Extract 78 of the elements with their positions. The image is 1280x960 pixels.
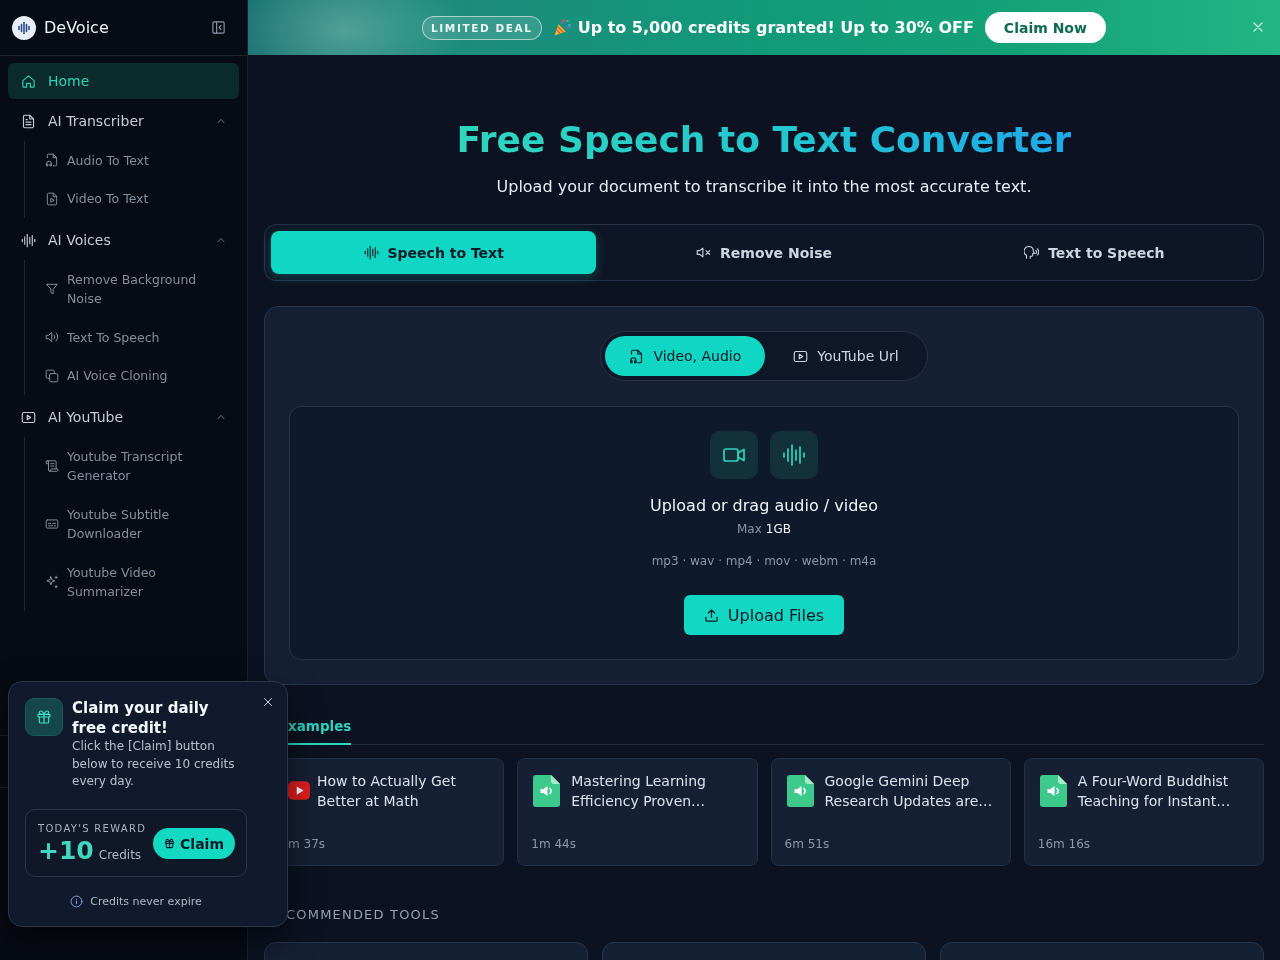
reward-unit: Credits bbox=[98, 847, 142, 862]
example-duration: 16m 16s bbox=[1037, 836, 1092, 852]
max-size-label: Max bbox=[737, 521, 762, 537]
gift-icon bbox=[25, 698, 63, 736]
nav-subitem[interactable]: Text To Speech bbox=[33, 318, 239, 357]
nav-subitem[interactable]: Youtube Transcript Generator bbox=[33, 437, 239, 495]
popup-title: Claim your daily free credit! bbox=[72, 698, 210, 738]
reward-label: TODAY'S REWARD bbox=[38, 821, 147, 836]
nav-subitem[interactable]: Video To Text bbox=[33, 179, 239, 218]
example-title: A Four-Word Buddhist Teaching for Instant… bbox=[1077, 772, 1232, 811]
play-window-icon bbox=[21, 409, 36, 425]
mode-tab[interactable]: Text to Speech bbox=[931, 231, 1257, 274]
nav-item[interactable]: AI YouTube bbox=[8, 399, 239, 435]
claim-now-button[interactable]: Claim Now bbox=[984, 12, 1106, 43]
sparkle-icon bbox=[45, 575, 59, 589]
popup-description: Click the [Claim] button below to receive 10 credits every day. bbox=[72, 738, 236, 790]
info-icon bbox=[70, 895, 84, 908]
speaker-icon bbox=[45, 330, 59, 345]
video-play-icon bbox=[288, 781, 310, 800]
audio-file-icon bbox=[45, 153, 59, 168]
example-duration: 1m 44s bbox=[531, 836, 577, 852]
copy-icon bbox=[45, 368, 59, 383]
video-file-icon bbox=[45, 191, 59, 206]
subtitles-icon bbox=[45, 517, 59, 531]
house-icon bbox=[21, 73, 36, 89]
muted-speaker-icon bbox=[696, 245, 711, 260]
nav-item[interactable]: Home bbox=[8, 63, 239, 99]
promo-message: Up to 5,000 credits granted! Up to 30% OFF bbox=[577, 18, 974, 37]
funnel-icon bbox=[45, 282, 59, 296]
audio-file-icon bbox=[629, 348, 645, 364]
audio-file-icon bbox=[533, 775, 561, 807]
example-card[interactable]: Mastering Learning Efficiency Proven… 1m 44s bbox=[517, 758, 758, 866]
mode-tab[interactable]: Remove Noise bbox=[601, 231, 927, 274]
waveform-icon bbox=[21, 232, 36, 248]
example-title: Mastering Learning Efficiency Proven… bbox=[571, 772, 707, 811]
reward-amount: +10 bbox=[38, 835, 94, 866]
upload-icon bbox=[703, 607, 719, 623]
video-camera-icon bbox=[710, 431, 758, 479]
mode-tab[interactable]: Speech to Text bbox=[271, 231, 597, 274]
nav-subitem[interactable]: Remove Background Noise bbox=[33, 260, 239, 318]
speaking-head-icon bbox=[1024, 245, 1040, 260]
example-title: How to Actually Get Better at Math bbox=[317, 772, 457, 811]
document-icon bbox=[21, 113, 36, 129]
nav-subitem[interactable]: Audio To Text bbox=[33, 141, 239, 180]
waveform-icon bbox=[363, 245, 379, 260]
claim-button[interactable]: Claim bbox=[153, 828, 235, 859]
nav-item[interactable]: AI Transcriber bbox=[8, 103, 239, 139]
nav-subitem[interactable]: Youtube Video Summarizer bbox=[33, 553, 239, 611]
upload-files-button[interactable]: Upload Files bbox=[683, 595, 845, 635]
source-tab[interactable]: Video, Audio bbox=[605, 336, 766, 376]
gift-icon bbox=[164, 838, 176, 849]
scroll-icon bbox=[45, 459, 59, 473]
sidebar-toggle-icon[interactable] bbox=[211, 20, 226, 35]
deal-badge: LIMITED DEAL bbox=[422, 15, 542, 40]
section-heading: COMMENDED TOOLS bbox=[285, 906, 441, 924]
example-duration: 6m 51s bbox=[784, 836, 831, 852]
close-icon[interactable] bbox=[262, 696, 274, 708]
max-size-value: 1GB bbox=[765, 521, 791, 537]
file-formats: mp3 · wav · mp4 · mov · webm · m4a bbox=[651, 553, 877, 569]
audio-file-icon bbox=[786, 775, 814, 807]
drop-zone[interactable]: Upload or drag audio / video Max 1GB mp3 · wav · mp4 · mov · webm · m4a Upload Files bbox=[289, 406, 1239, 660]
play-window-icon bbox=[793, 348, 809, 364]
example-title: Google Gemini Deep Research Updates are… bbox=[824, 772, 994, 811]
source-tab[interactable]: YouTube Url bbox=[769, 336, 923, 376]
audio-file-icon bbox=[1039, 775, 1067, 807]
example-card[interactable]: A Four-Word Buddhist Teaching for Instant… 16m 16s bbox=[1023, 758, 1264, 866]
example-card[interactable]: Google Gemini Deep Research Updates are… 6m 51s bbox=[770, 758, 1011, 866]
party-popper-icon bbox=[552, 18, 572, 37]
waveform-icon bbox=[770, 431, 818, 479]
credits-note: Credits never expire bbox=[90, 893, 202, 910]
example-duration: m 37s bbox=[288, 836, 327, 852]
nav-subitem[interactable]: Youtube Subtitle Downloader bbox=[33, 495, 239, 553]
nav-item[interactable]: AI Voices bbox=[8, 222, 239, 258]
page-subtitle: Upload your document to transcribe it into the most accurate text. bbox=[495, 176, 1033, 198]
nav-subitem[interactable]: AI Voice Cloning bbox=[33, 356, 239, 395]
upload-prompt: Upload or drag audio / video bbox=[650, 495, 878, 517]
brand-name: DeVoice bbox=[44, 16, 109, 39]
logo-icon bbox=[12, 15, 36, 40]
